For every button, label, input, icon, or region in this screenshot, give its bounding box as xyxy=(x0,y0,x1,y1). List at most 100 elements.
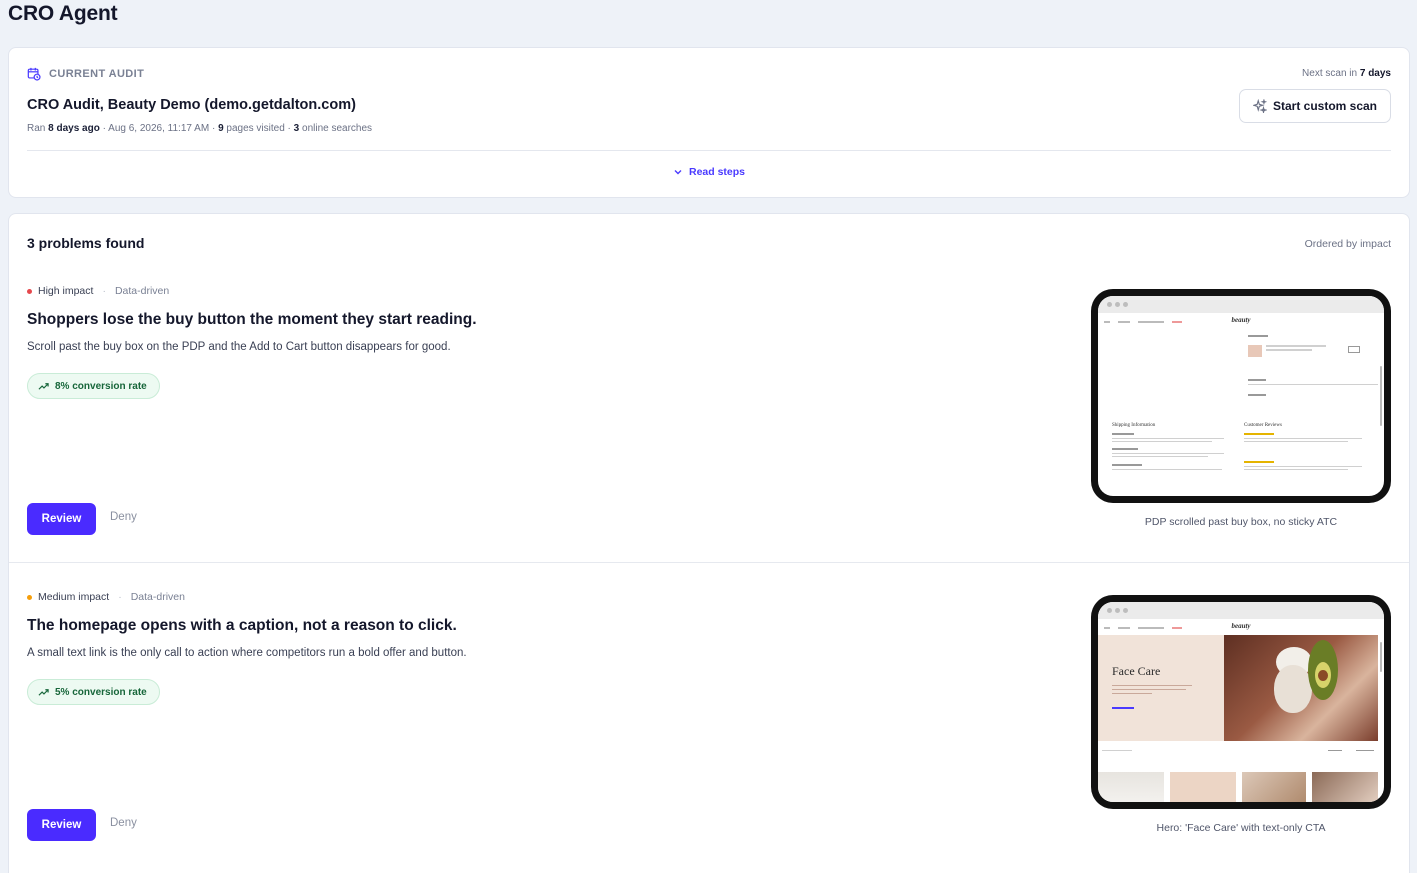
screenshot-caption: PDP scrolled past buy box, no sticky ATC xyxy=(1144,516,1338,528)
start-custom-scan-button[interactable]: Start custom scan xyxy=(1239,89,1391,123)
review-button[interactable]: Review xyxy=(27,503,96,535)
searches-label: online searches xyxy=(299,123,373,134)
impact-label: Medium impact xyxy=(38,591,110,603)
avocado-pit xyxy=(1318,670,1328,681)
source-tag: Data-driven xyxy=(114,285,170,297)
deny-button[interactable]: Deny xyxy=(110,817,137,829)
sim-line xyxy=(1112,438,1224,439)
product-tile xyxy=(1170,772,1236,802)
hero-face-mask xyxy=(1274,665,1312,713)
browser-bar xyxy=(1098,296,1384,313)
ran-ago: 8 days ago xyxy=(48,123,100,134)
sim-line xyxy=(1112,456,1208,457)
sim-line xyxy=(1266,349,1312,351)
read-steps-toggle[interactable]: Read steps xyxy=(9,166,1409,178)
sim-line xyxy=(1248,394,1266,396)
separator: · xyxy=(102,285,106,297)
metric-badge: 8% conversion rate xyxy=(27,373,160,399)
separator: · xyxy=(118,591,122,603)
sim-line xyxy=(1112,689,1186,690)
pages-label: pages visited · xyxy=(223,123,294,134)
trending-up-icon xyxy=(38,382,49,390)
sim-line xyxy=(1266,345,1326,347)
audit-title: CRO Audit, Beauty Demo (demo.getdalton.c… xyxy=(27,97,356,113)
screenshot-frame: beauty Shipping Information Customer Rev… xyxy=(1098,296,1384,496)
sim-line xyxy=(1244,441,1348,442)
sim-stars xyxy=(1244,461,1274,463)
sim-line xyxy=(1112,469,1222,470)
sim-line xyxy=(1248,379,1266,381)
problems-card: 3 problems found Ordered by impact High … xyxy=(8,213,1410,873)
problem-item: Medium impact · Data-driven The homepage… xyxy=(9,562,1409,867)
current-audit-card: CURRENT AUDIT CRO Audit, Beauty Demo (de… xyxy=(8,47,1410,198)
sim-line xyxy=(1244,469,1348,470)
sim-line xyxy=(1112,453,1224,454)
problem-title: Shoppers lose the buy button the moment … xyxy=(27,311,477,328)
sim-line xyxy=(1248,335,1268,337)
problem-title: The homepage opens with a caption, not a… xyxy=(27,617,457,634)
start-custom-scan-label: Start custom scan xyxy=(1272,99,1378,113)
chevron-down-icon xyxy=(674,170,682,175)
brand-logo: beauty xyxy=(1231,622,1251,630)
sim-product-image xyxy=(1248,345,1262,357)
calendar-clock-icon xyxy=(27,67,41,81)
current-audit-label: CURRENT AUDIT xyxy=(49,68,145,80)
product-tile xyxy=(1098,772,1164,802)
screenshot-frame: beauty Face Care xyxy=(1098,602,1384,802)
metric-badge: 5% conversion rate xyxy=(27,679,160,705)
audit-meta: Ran 8 days ago · Aug 6, 2026, 11:17 AM ·… xyxy=(27,123,372,134)
sim-scrollbar xyxy=(1380,366,1382,426)
deny-button[interactable]: Deny xyxy=(110,511,137,523)
sim-line xyxy=(1112,448,1138,450)
brand-logo: beauty xyxy=(1231,316,1251,324)
read-steps-label: Read steps xyxy=(688,166,746,178)
metric-label: 8% conversion rate xyxy=(55,380,147,392)
sim-add-button xyxy=(1348,346,1360,353)
sim-reviews-heading: Customer Reviews xyxy=(1244,423,1282,428)
text-only-cta xyxy=(1112,707,1134,709)
screenshot-thumbnail[interactable]: beauty Shipping Information Customer Rev… xyxy=(1091,289,1391,503)
review-button[interactable]: Review xyxy=(27,809,96,841)
problem-item: High impact · Data-driven Shoppers lose … xyxy=(9,257,1409,562)
browser-bar xyxy=(1098,602,1384,619)
screenshot-thumbnail[interactable]: beauty Face Care xyxy=(1091,595,1391,809)
sim-shipping-heading: Shipping Information xyxy=(1112,423,1156,428)
sim-line xyxy=(1328,750,1342,751)
next-scan-value: 7 days xyxy=(1359,68,1391,79)
impact-row: High impact · Data-driven xyxy=(27,285,169,297)
trending-up-icon xyxy=(38,688,49,696)
sim-line xyxy=(1244,466,1362,467)
next-scan-prefix: Next scan in xyxy=(1302,68,1360,79)
page-title: CRO Agent xyxy=(8,2,118,25)
source-tag: Data-driven xyxy=(130,591,185,603)
problem-description: A small text link is the only call to ac… xyxy=(27,647,467,659)
hero-left-panel xyxy=(1098,635,1224,741)
product-tile xyxy=(1242,772,1306,802)
sim-line xyxy=(1112,441,1212,442)
hero-heading: Face Care xyxy=(1112,664,1161,678)
ran-prefix: Ran xyxy=(27,123,49,134)
sim-line xyxy=(1112,433,1134,435)
sim-scrollbar xyxy=(1380,642,1382,672)
sim-line xyxy=(1112,685,1192,686)
next-scan: Next scan in 7 days xyxy=(1302,68,1391,79)
hero-image xyxy=(1224,635,1378,741)
product-tile xyxy=(1312,772,1378,802)
problems-count: 3 problems found xyxy=(27,235,145,251)
metric-label: 5% conversion rate xyxy=(55,686,147,698)
audit-date: · Aug 6, 2026, 11:17 AM · xyxy=(99,123,219,134)
current-audit-header: CURRENT AUDIT xyxy=(27,67,144,81)
impact-label: High impact xyxy=(38,285,94,297)
sim-line xyxy=(1248,384,1378,385)
sim-line xyxy=(1244,438,1362,439)
impact-row: Medium impact · Data-driven xyxy=(27,591,185,603)
sim-line xyxy=(1112,464,1142,466)
screenshot-caption: Hero: 'Face Care' with text-only CTA xyxy=(1156,822,1326,834)
ordered-by-label: Ordered by impact xyxy=(1304,238,1391,250)
divider xyxy=(27,150,1391,151)
sparkle-icon xyxy=(1252,99,1267,113)
impact-dot xyxy=(27,288,32,294)
impact-dot xyxy=(27,594,32,600)
sim-line xyxy=(1356,750,1374,751)
problem-description: Scroll past the buy box on the PDP and t… xyxy=(27,341,451,353)
